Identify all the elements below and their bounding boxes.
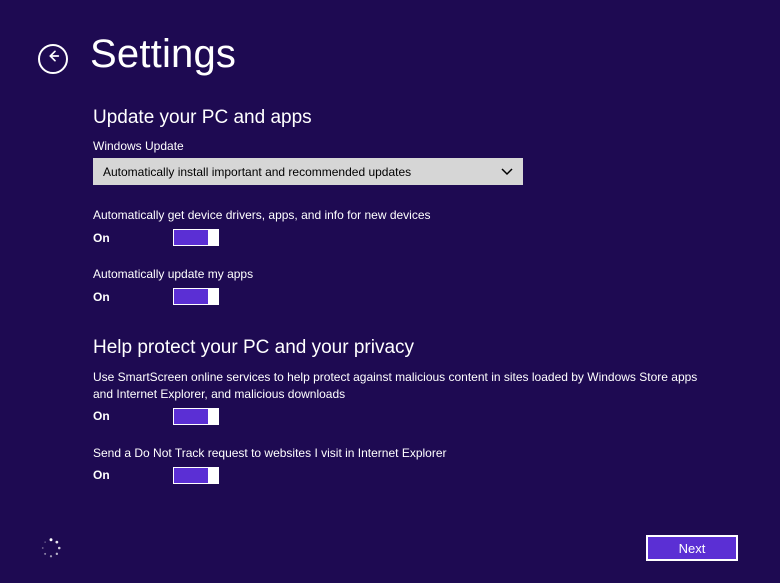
loading-spinner-icon — [40, 537, 62, 559]
toggle-state-dnt: On — [93, 468, 123, 482]
section-heading-privacy: Help protect your PC and your privacy — [93, 337, 740, 359]
toggle-desc-apps: Automatically update my apps — [93, 266, 703, 282]
toggle-desc-smartscreen: Use SmartScreen online services to help … — [93, 369, 703, 401]
toggle-apps[interactable] — [173, 288, 219, 305]
toggle-desc-drivers: Automatically get device drivers, apps, … — [93, 207, 703, 223]
toggle-dnt[interactable] — [173, 467, 219, 484]
toggle-state-apps: On — [93, 290, 123, 304]
page-title: Settings — [90, 32, 236, 77]
toggle-thumb — [208, 229, 219, 246]
next-button-label: Next — [679, 541, 706, 556]
next-button[interactable]: Next — [646, 535, 738, 561]
chevron-down-icon — [501, 165, 513, 179]
windows-update-dropdown[interactable]: Automatically install important and reco… — [93, 158, 523, 185]
toggle-smartscreen[interactable] — [173, 408, 219, 425]
toggle-state-drivers: On — [93, 231, 123, 245]
back-button[interactable] — [38, 44, 68, 74]
toggle-drivers[interactable] — [173, 229, 219, 246]
arrow-left-icon — [45, 48, 61, 69]
toggle-thumb — [208, 288, 219, 305]
toggle-desc-dnt: Send a Do Not Track request to websites … — [93, 445, 703, 461]
windows-update-label: Windows Update — [93, 139, 740, 153]
toggle-state-smartscreen: On — [93, 409, 123, 423]
dropdown-selected-value: Automatically install important and reco… — [103, 165, 411, 179]
toggle-thumb — [208, 408, 219, 425]
section-heading-update: Update your PC and apps — [93, 107, 740, 129]
toggle-thumb — [208, 467, 219, 484]
